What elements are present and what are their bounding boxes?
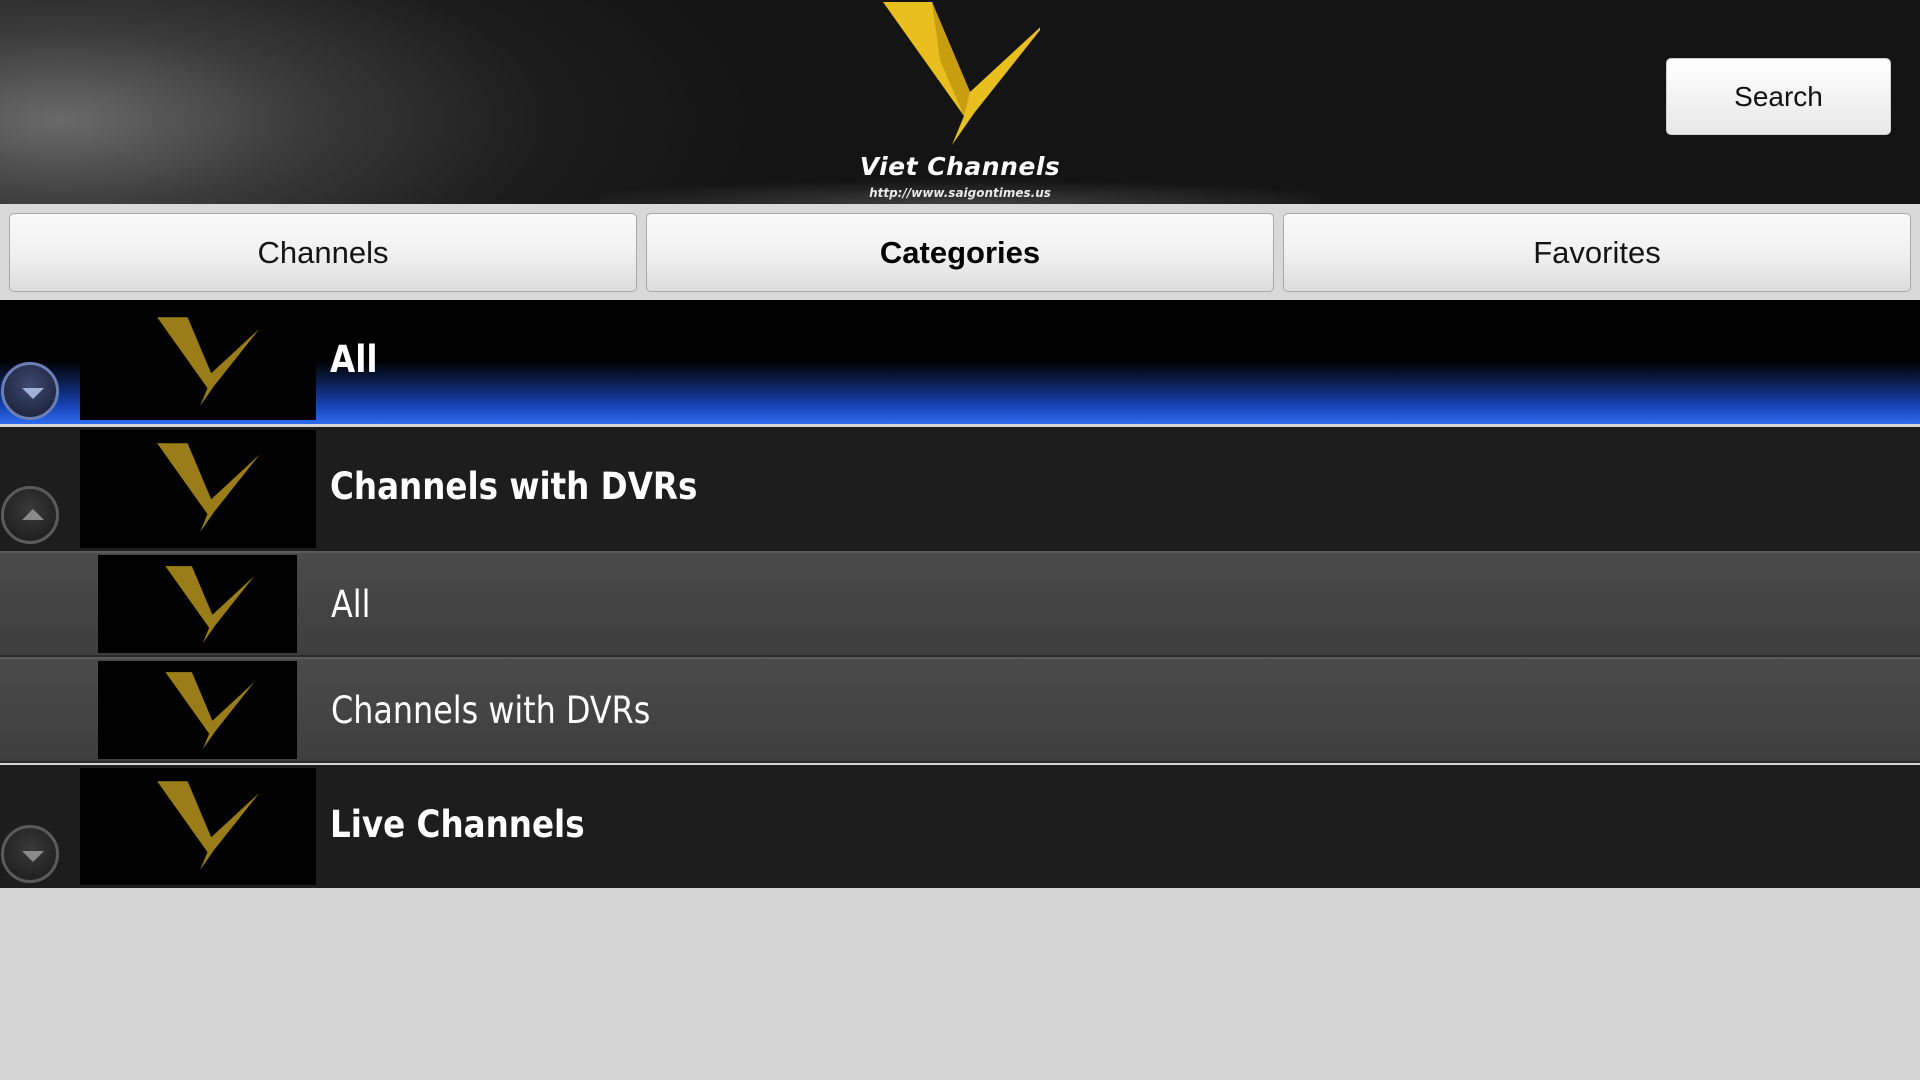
brand-url: http://www.saigontimes.us (869, 186, 1051, 200)
chevron-down-icon (22, 388, 44, 399)
bird-logo-icon (165, 566, 255, 644)
category-label: All (330, 338, 378, 381)
category-label: Live Channels (330, 803, 585, 846)
category-thumbnail (80, 306, 316, 420)
bird-logo-icon (883, 2, 1040, 145)
bird-logo-icon (165, 672, 255, 750)
bird-logo-icon (157, 781, 260, 871)
subcategory-row-all[interactable]: All (0, 551, 1920, 657)
chevron-down-icon (22, 851, 44, 862)
category-thumbnail (80, 430, 316, 548)
bird-logo-icon (157, 443, 260, 533)
subcategory-label: Channels with DVRs (331, 689, 651, 732)
subcategory-thumbnail (98, 555, 297, 653)
category-thumbnail (80, 768, 316, 885)
subcategory-thumbnail (98, 661, 297, 759)
search-button[interactable]: Search (1666, 58, 1891, 135)
expand-toggle[interactable] (1, 825, 59, 883)
tab-favorites[interactable]: Favorites (1283, 213, 1911, 292)
subcategory-label: All (331, 583, 371, 626)
tab-bar: Channels Categories Favorites (0, 204, 1920, 300)
app-header: Viet Channels http://www.saigontimes.us … (0, 0, 1920, 204)
category-label: Channels with DVRs (330, 465, 698, 508)
expand-toggle[interactable] (1, 362, 59, 420)
chevron-up-icon (22, 509, 44, 520)
collapse-toggle[interactable] (1, 486, 59, 544)
viet-channels-logo: Viet Channels http://www.saigontimes.us (850, 0, 1070, 204)
category-row-all[interactable]: All (0, 300, 1920, 424)
subcategory-row-channels-with-dvrs[interactable]: Channels with DVRs (0, 657, 1920, 763)
tab-categories[interactable]: Categories (646, 213, 1274, 292)
category-row-channels-with-dvrs[interactable]: Channels with DVRs (0, 427, 1920, 551)
brand-name: Viet Channels (859, 152, 1061, 181)
category-row-live-channels[interactable]: Live Channels (0, 765, 1920, 888)
bird-logo-icon (157, 317, 260, 407)
tab-channels[interactable]: Channels (9, 213, 637, 292)
